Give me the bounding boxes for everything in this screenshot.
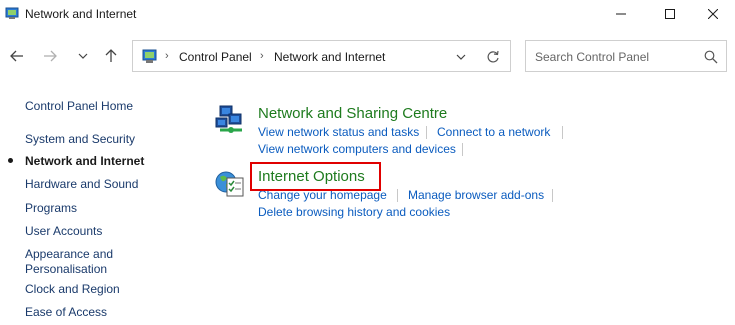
sidebar-item-ease-of-access[interactable]: Ease of Access bbox=[25, 305, 107, 320]
highlight-annotation bbox=[250, 162, 381, 191]
control-panel-icon bbox=[5, 6, 20, 21]
window-title: Network and Internet bbox=[25, 7, 137, 21]
network-sharing-icon[interactable] bbox=[214, 104, 246, 136]
link-separator bbox=[562, 126, 563, 139]
maximize-button[interactable] bbox=[648, 0, 692, 28]
link-separator bbox=[462, 143, 463, 156]
address-dropdown-button[interactable] bbox=[453, 49, 469, 65]
refresh-icon bbox=[487, 50, 499, 63]
sidebar-item-personalisation[interactable]: Personalisation bbox=[25, 262, 107, 277]
sidebar-item-programs[interactable]: Programs bbox=[25, 201, 77, 216]
category-title-network-and-sharing[interactable]: Network and Sharing Centre bbox=[258, 105, 447, 122]
link-separator bbox=[552, 189, 553, 202]
link-connect-to-network[interactable]: Connect to a network bbox=[437, 125, 550, 139]
recent-locations-button[interactable] bbox=[72, 45, 94, 67]
chevron-down-icon bbox=[456, 54, 466, 60]
search-box[interactable]: Search Control Panel bbox=[525, 40, 727, 72]
breadcrumb-separator: › bbox=[260, 50, 264, 62]
breadcrumb-separator: › bbox=[165, 50, 169, 62]
sidebar-item-clock-and-region[interactable]: Clock and Region bbox=[25, 282, 120, 297]
internet-options-icon[interactable] bbox=[214, 168, 246, 200]
refresh-button[interactable] bbox=[485, 49, 501, 65]
sidebar-item-user-accounts[interactable]: User Accounts bbox=[25, 224, 102, 239]
title-bar: Network and Internet bbox=[0, 0, 735, 28]
sidebar-item-hardware-and-sound[interactable]: Hardware and Sound bbox=[25, 177, 138, 192]
navigation-bar: › Control Panel › Network and Internet S… bbox=[0, 36, 735, 76]
arrow-right-icon bbox=[44, 50, 57, 62]
sidebar-item-control-panel-home[interactable]: Control Panel Home bbox=[25, 99, 133, 114]
control-panel-icon bbox=[142, 49, 159, 64]
link-delete-browsing-history[interactable]: Delete browsing history and cookies bbox=[258, 205, 450, 219]
link-manage-browser-addons[interactable]: Manage browser add-ons bbox=[408, 188, 544, 202]
link-separator bbox=[426, 126, 427, 139]
back-button[interactable] bbox=[6, 45, 28, 67]
sidebar-item-system-and-security[interactable]: System and Security bbox=[25, 132, 135, 147]
search-input[interactable]: Search Control Panel bbox=[535, 50, 649, 64]
active-indicator bbox=[8, 158, 13, 163]
sidebar-item-network-and-internet[interactable]: Network and Internet bbox=[25, 154, 144, 169]
sidebar-item-appearance[interactable]: Appearance and bbox=[25, 247, 113, 262]
up-button[interactable] bbox=[100, 45, 122, 67]
minimize-button[interactable] bbox=[599, 0, 643, 28]
link-separator bbox=[397, 189, 398, 202]
arrow-left-icon bbox=[10, 50, 23, 62]
close-button[interactable] bbox=[691, 0, 735, 28]
forward-button[interactable] bbox=[39, 45, 61, 67]
link-view-network-computers[interactable]: View network computers and devices bbox=[258, 142, 456, 156]
search-icon[interactable] bbox=[704, 50, 718, 64]
link-view-network-status[interactable]: View network status and tasks bbox=[258, 125, 419, 139]
breadcrumb-network-and-internet[interactable]: Network and Internet bbox=[274, 50, 385, 64]
arrow-up-icon bbox=[105, 49, 117, 62]
breadcrumb-control-panel[interactable]: Control Panel bbox=[179, 50, 252, 64]
address-bar[interactable]: › Control Panel › Network and Internet bbox=[132, 40, 511, 72]
sidebar: Control Panel Home System and Security N… bbox=[0, 90, 200, 325]
chevron-down-icon bbox=[78, 53, 88, 59]
